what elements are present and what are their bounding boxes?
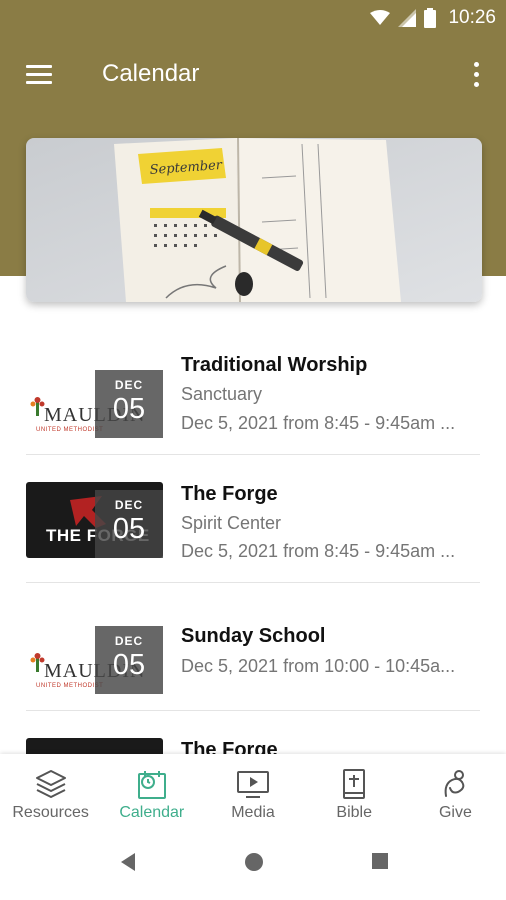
date-day: 05 <box>112 393 146 425</box>
bottom-navigation: Resources Calendar Media Bible Give <box>0 754 506 830</box>
hamburger-menu-icon[interactable] <box>24 63 56 87</box>
event-time: Dec 5, 2021 from 10:00 - 10:45a... <box>181 656 456 676</box>
event-item[interactable]: THE FORGE DEC 05 The Forge Spirit Center… <box>0 458 506 586</box>
calendar-clock-icon <box>137 771 166 799</box>
status-time: 10:26 <box>448 7 496 28</box>
more-vert-icon[interactable] <box>468 60 484 90</box>
event-item[interactable]: MAULDIN UNITED METHODIST DEC 05 Traditio… <box>0 330 506 458</box>
system-navigation-bar <box>0 830 506 900</box>
wifi-icon <box>370 10 391 25</box>
logo-subtext: UNITED METHODIST <box>36 683 104 689</box>
bible-icon <box>343 769 366 799</box>
event-location: Sanctuary <box>181 384 263 404</box>
forge-logo <box>26 738 163 754</box>
event-thumbnail: MAULDIN UNITED METHODIST DEC 05 <box>26 362 163 438</box>
date-badge: DEC 05 <box>95 626 163 694</box>
event-title: The Forge <box>181 739 278 754</box>
nav-resources[interactable]: Resources <box>0 754 101 830</box>
date-badge: DEC 05 <box>95 490 163 558</box>
date-month: DEC <box>114 634 144 648</box>
give-icon <box>445 770 465 797</box>
event-title: Traditional Worship <box>181 354 368 376</box>
date-day: 05 <box>112 649 146 681</box>
date-badge: DEC 05 <box>95 370 163 438</box>
nav-label: Give <box>438 804 472 821</box>
calendar-banner-image: September <box>26 138 482 302</box>
page-title: Calendar <box>102 60 200 87</box>
status-icons: 10:26 <box>370 6 496 30</box>
nav-calendar[interactable]: Calendar <box>101 754 202 830</box>
event-thumbnail: THE FORGE DEC 05 <box>26 482 163 558</box>
nav-media[interactable]: Media <box>202 754 303 830</box>
nav-bible[interactable]: Bible <box>304 754 405 830</box>
event-thumbnail <box>26 738 163 754</box>
date-day: 05 <box>112 513 146 545</box>
divider <box>26 582 480 583</box>
home-icon[interactable] <box>244 852 264 872</box>
event-location: Spirit Center <box>181 513 282 533</box>
nav-label: Media <box>231 804 275 821</box>
back-icon[interactable] <box>119 852 137 872</box>
recents-icon[interactable] <box>371 852 389 870</box>
event-item[interactable]: The Forge <box>0 714 506 754</box>
event-thumbnail: MAULDIN UNITED METHODIST DEC 05 <box>26 618 163 694</box>
event-time: Dec 5, 2021 from 8:45 - 9:45am ... <box>181 541 456 561</box>
nav-label: Calendar <box>119 804 185 821</box>
divider <box>26 710 480 711</box>
event-list: MAULDIN UNITED METHODIST DEC 05 Traditio… <box>0 330 506 754</box>
logo-subtext: UNITED METHODIST <box>36 427 104 433</box>
layers-icon <box>35 770 66 798</box>
nav-give[interactable]: Give <box>405 754 506 830</box>
date-month: DEC <box>114 498 144 512</box>
event-time: Dec 5, 2021 from 8:45 - 9:45am ... <box>181 413 456 433</box>
event-item[interactable]: MAULDIN UNITED METHODIST DEC 05 Sunday S… <box>0 586 506 714</box>
signal-icon <box>398 9 417 27</box>
date-month: DEC <box>114 378 144 392</box>
event-title: Sunday School <box>181 625 326 647</box>
tv-play-icon <box>237 771 269 798</box>
nav-label: Bible <box>336 804 372 821</box>
event-title: The Forge <box>181 483 278 505</box>
nav-label: Resources <box>12 804 89 821</box>
divider <box>26 454 480 455</box>
status-bar: 10:26 <box>0 0 506 36</box>
battery-icon <box>424 8 437 28</box>
